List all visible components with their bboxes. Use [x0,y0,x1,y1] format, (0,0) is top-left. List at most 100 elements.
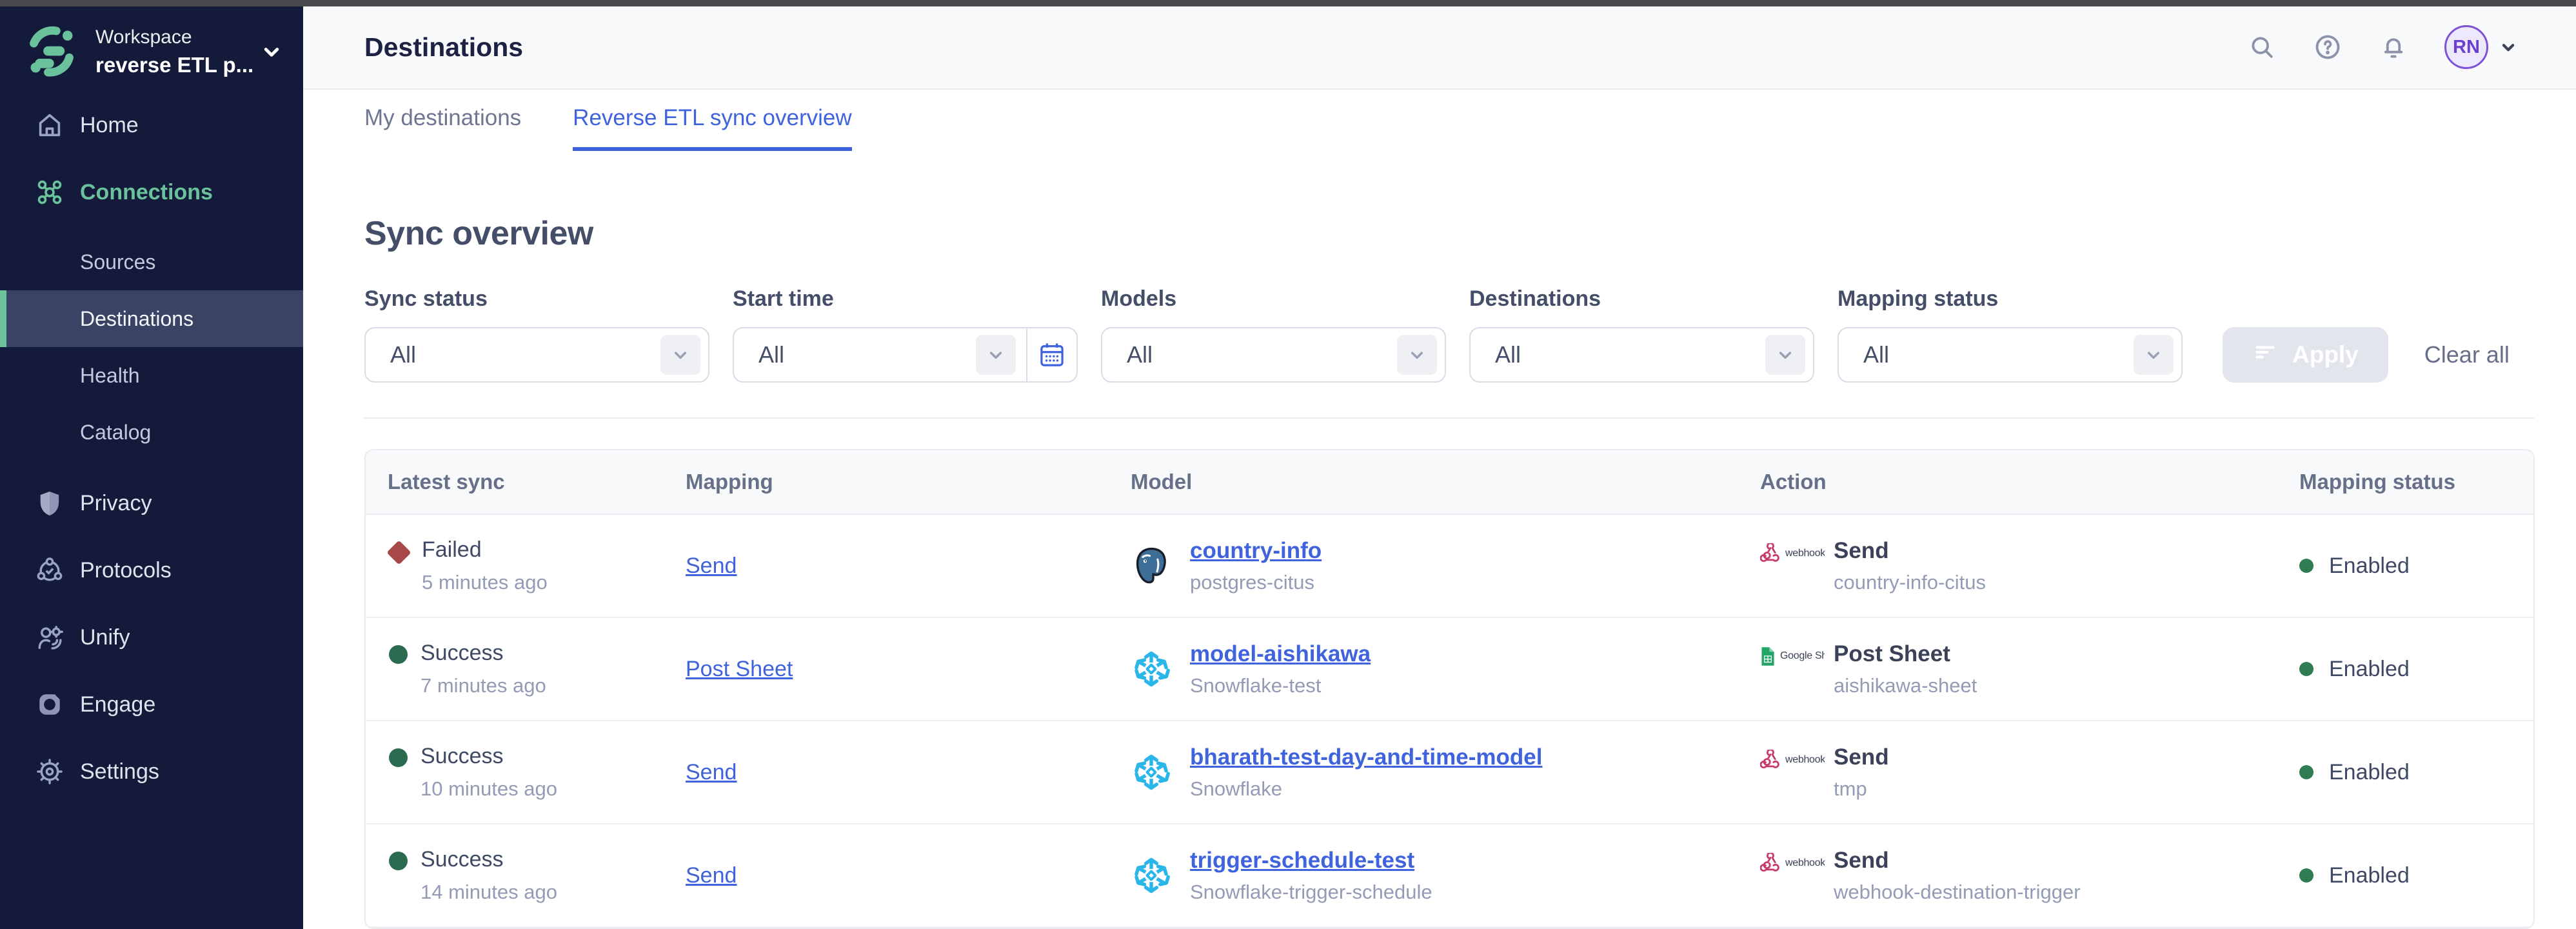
model-source: postgres-citus [1190,571,1322,594]
column-header-mapping: Mapping [686,470,1131,494]
filter-sync-status: Sync status All [364,286,709,383]
sidebar-item-connections[interactable]: Connections [0,159,303,226]
notifications-icon[interactable] [2379,32,2408,62]
model-cell: trigger-schedule-test Snowflake-trigger-… [1131,848,1760,904]
table-row[interactable]: Success 10 minutes ago Send bharath-test… [366,721,2533,824]
search-icon[interactable] [2247,32,2277,62]
action-destination: country-info-citus [1834,571,1986,594]
tab-reverse-etl-sync-overview[interactable]: Reverse ETL sync overview [573,90,851,151]
chevron-down-icon [1765,335,1805,375]
mapping-status-cell: Enabled [2299,554,2533,579]
mapping-status-cell: Enabled [2299,760,2533,785]
mapping-link[interactable]: Send [686,554,737,579]
sidebar-item-catalog[interactable]: Catalog [0,404,303,461]
sidebar-item-settings[interactable]: Settings [0,738,303,805]
destinations-select[interactable]: All [1469,327,1814,383]
table-header-row: Latest syncMappingModelActionMapping sta… [366,450,2533,515]
sync-status-text: Failed [422,537,548,563]
page-header: Destinations RN [303,6,2576,90]
select-value: All [758,341,976,368]
table-row[interactable]: Success 7 minutes ago Post Sheet model-a… [366,618,2533,721]
column-header-action: Action [1760,470,2299,494]
sidebar-item-sources[interactable]: Sources [0,234,303,290]
protocols-icon [35,555,64,585]
help-icon[interactable] [2313,32,2343,62]
action-cell: webhooks Send country-info-citus [1760,538,2299,594]
filter-models: Models All [1101,286,1446,383]
mapping-cell: Send [686,863,1131,888]
sync-status-select[interactable]: All [364,327,709,383]
section-heading: Sync overview [364,214,2535,253]
sidebar: Workspace reverse ETL p... Home Connectio… [0,6,303,929]
apply-button[interactable]: Apply [2223,327,2388,383]
action-name: Send [1834,848,2081,874]
workspace-label: Workspace [95,26,258,48]
mapping-link[interactable]: Send [686,863,737,888]
calendar-icon[interactable] [1026,328,1076,381]
sidebar-item-health[interactable]: Health [0,347,303,404]
mapping-link[interactable]: Post Sheet [686,657,793,682]
mapping-link[interactable]: Send [686,760,737,785]
sidebar-nav: Home Connections Sources Destinations Health… [0,92,303,929]
action-logo-label: webhooks [1785,857,1825,869]
model-cell: bharath-test-day-and-time-model Snowflak… [1131,744,1760,801]
table-row[interactable]: Failed 5 minutes ago Send country-info p… [366,515,2533,618]
filter-label: Start time [733,286,1078,312]
clear-all-button[interactable]: Clear all [2424,341,2510,368]
action-cell: webhooks Send webhook-destination-trigge… [1760,848,2299,904]
mapping-status-select[interactable]: All [1838,327,2183,383]
latest-sync-cell: Success 10 minutes ago [388,744,686,801]
page-title: Destinations [364,32,523,63]
latest-sync-cell: Success 7 minutes ago [388,641,686,697]
model-source: Snowflake [1190,777,1542,801]
model-link[interactable]: bharath-test-day-and-time-model [1190,744,1542,770]
action-cell: webhooks Send tmp [1760,744,2299,801]
settings-icon [35,757,64,786]
tab-my-destinations[interactable]: My destinations [364,90,521,151]
sidebar-item-home[interactable]: Home [0,92,303,159]
account-menu[interactable]: RN [2444,25,2519,69]
start-time-select[interactable]: All [733,327,1078,383]
action-logo-label: Google Sheets [1780,650,1825,662]
sidebar-item-label: Unify [80,625,130,650]
engage-icon [35,690,64,719]
filter-mapping-status: Mapping status All [1838,286,2183,383]
mapping-status-text: Enabled [2329,657,2410,682]
sidebar-item-unify[interactable]: Unify [0,604,303,671]
column-header-mapping-status: Mapping status [2299,470,2533,494]
sidebar-item-label: Destinations [80,307,193,331]
sidebar-item-label: Settings [80,759,159,784]
sidebar-item-label: Sources [80,250,155,274]
filter-label: Sync status [364,286,709,312]
action-destination: aishikawa-sheet [1834,674,1977,697]
model-link[interactable]: country-info [1190,538,1322,563]
table-row[interactable]: Success 14 minutes ago Send trigger-sche… [366,824,2533,928]
sidebar-item-protocols[interactable]: Protocols [0,537,303,604]
google-sheets-icon: Google Sheets [1760,646,1825,666]
privacy-icon [35,488,64,518]
chevron-down-icon [660,335,700,375]
sync-time: 7 minutes ago [421,674,546,697]
sidebar-item-label: Engage [80,692,155,717]
avatar[interactable]: RN [2444,25,2488,69]
sync-time: 5 minutes ago [422,571,548,594]
sidebar-item-label: Connections [80,180,213,205]
sidebar-item-label: Protocols [80,558,172,583]
model-link[interactable]: trigger-schedule-test [1190,848,1414,873]
filter-label: Models [1101,286,1446,312]
mapping-cell: Post Sheet [686,657,1131,682]
filter-icon [2252,339,2278,371]
select-value: All [390,341,660,368]
model-link[interactable]: model-aishikawa [1190,641,1371,666]
connections-icon [35,177,64,207]
sidebar-item-privacy[interactable]: Privacy [0,470,303,537]
models-select[interactable]: All [1101,327,1446,383]
sidebar-item-engage[interactable]: Engage [0,671,303,738]
action-logo-label: webhooks [1785,754,1825,766]
apply-label: Apply [2292,341,2359,368]
mapping-status-text: Enabled [2329,760,2410,785]
sidebar-item-destinations[interactable]: Destinations [0,290,303,347]
chevron-down-icon[interactable] [258,38,285,65]
workspace-switcher[interactable]: Workspace reverse ETL p... [0,6,303,92]
caret-down-icon [2497,36,2519,58]
